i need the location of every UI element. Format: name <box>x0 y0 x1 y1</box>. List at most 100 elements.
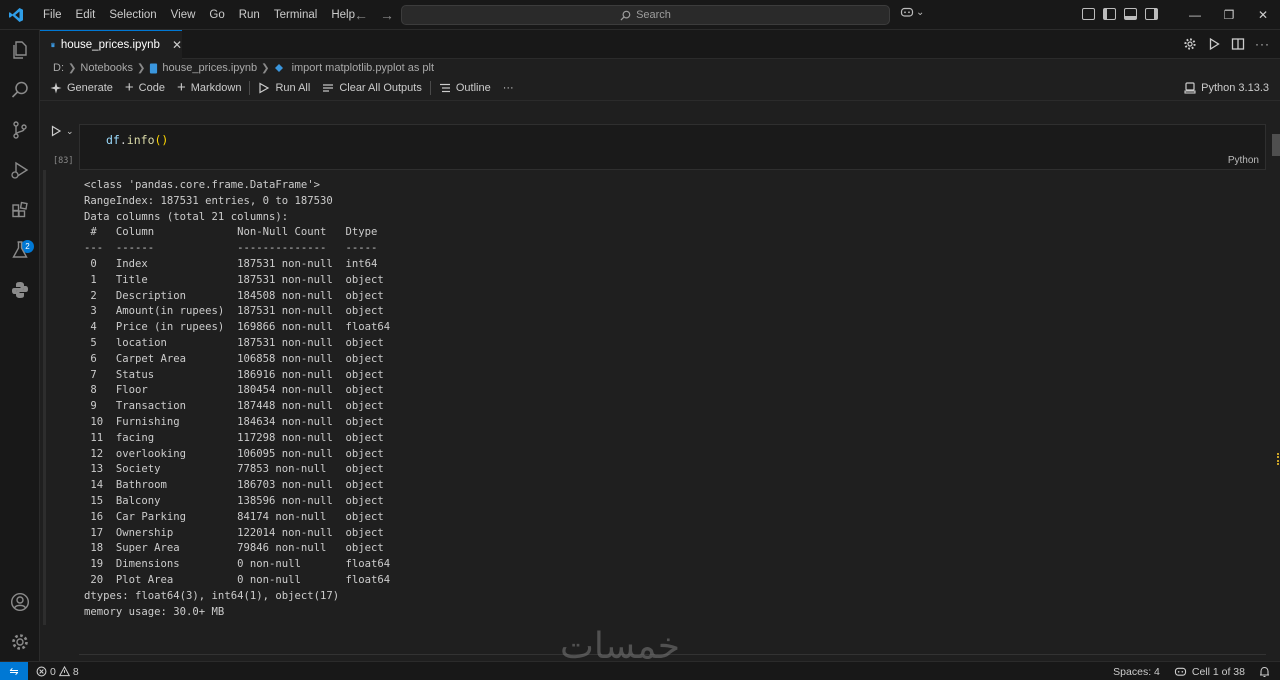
notebook-file-icon <box>51 42 55 48</box>
add-markdown-cell-button[interactable]: + Markdown <box>171 78 248 98</box>
kernel-picker[interactable]: Python 3.13.3 <box>1184 78 1269 98</box>
output-line: --- ------ -------------- ----- <box>84 242 391 255</box>
run-all-button[interactable]: Run All <box>252 78 316 98</box>
menu-edit[interactable]: Edit <box>69 0 103 30</box>
settings-gear-icon[interactable] <box>1183 37 1197 51</box>
remote-indicator-icon[interactable]: ⇋ <box>0 662 28 680</box>
more-toolbar-actions-button[interactable]: ··· <box>497 78 520 98</box>
output-row: 0 Index 187531 non-null int64 <box>84 257 391 270</box>
tab-house-prices[interactable]: house_prices.ipynb ✕ <box>40 30 182 59</box>
code-variable: df <box>106 133 120 147</box>
layout-controls <box>1082 8 1158 20</box>
breadcrumb-drive[interactable]: D: <box>53 62 64 74</box>
run-file-icon[interactable] <box>1207 37 1221 51</box>
plus-icon: + <box>124 79 134 96</box>
cell-language-label[interactable]: Python <box>1228 155 1259 166</box>
code-line: df.info() <box>106 133 168 147</box>
output-row: 12 overlooking 106095 non-null object <box>84 447 391 460</box>
output-line: Data columns (total 21 columns): <box>84 210 289 223</box>
sparkle-icon <box>50 82 62 94</box>
output-row: 6 Carpet Area 106858 non-null object <box>84 352 391 365</box>
run-all-label: Run All <box>275 82 311 94</box>
execution-count: [83] <box>53 156 74 166</box>
split-editor-icon[interactable] <box>1231 37 1245 51</box>
forward-arrow-icon[interactable]: → <box>380 7 394 23</box>
output-row: 18 Super Area 79846 non-null object <box>84 542 391 555</box>
code-cell-editor[interactable]: df.info() Python <box>79 124 1266 170</box>
tab-label: house_prices.ipynb <box>60 39 160 51</box>
notifications-bell-icon[interactable] <box>1259 666 1270 678</box>
problems-indicator[interactable]: 0 8 <box>36 662 79 680</box>
generate-button[interactable]: Generate <box>44 78 119 98</box>
command-search-box[interactable]: Search <box>401 5 890 25</box>
outline-button[interactable]: Outline <box>433 78 497 98</box>
manage-gear-icon[interactable] <box>8 630 32 654</box>
chevron-right-icon: ❯ <box>68 62 77 74</box>
title-bar: File Edit Selection View Go Run Terminal… <box>0 0 1280 30</box>
menu-run[interactable]: Run <box>232 0 267 30</box>
code-parens: () <box>154 133 169 147</box>
run-cell-button[interactable]: ⌄ <box>50 125 74 137</box>
menu-view[interactable]: View <box>164 0 203 30</box>
close-window-icon[interactable]: ✕ <box>1246 0 1280 30</box>
close-tab-icon[interactable]: ✕ <box>172 38 182 52</box>
run-debug-icon[interactable] <box>8 158 32 182</box>
outline-label: Outline <box>455 82 491 94</box>
output-row: 5 location 187531 non-null object <box>84 336 391 349</box>
output-row: 2 Description 184508 non-null object <box>84 289 391 302</box>
breadcrumb-file[interactable]: house_prices.ipynb <box>162 62 257 74</box>
notebook-cell-status[interactable]: Cell 1 of 38 <box>1174 666 1245 678</box>
minimize-icon[interactable]: — <box>1178 0 1212 30</box>
error-icon <box>36 666 47 677</box>
testing-flask-icon[interactable] <box>8 238 32 262</box>
status-right: Spaces: 4 Cell 1 of 38 <box>1113 662 1270 680</box>
output-row: 16 Car Parking 84174 non-null object <box>84 510 391 523</box>
toolbar-separator <box>40 100 1280 101</box>
output-row: 3 Amount(in rupees) 187531 non-null obje… <box>84 305 391 318</box>
notebook-toolbar: Generate + Code + Markdown Run All Clear… <box>40 78 1280 98</box>
error-count: 0 <box>50 665 56 678</box>
copilot-status-icon <box>1174 667 1186 676</box>
run-all-icon <box>259 82 270 94</box>
toggle-secondary-sidebar-icon[interactable] <box>1145 8 1158 20</box>
extensions-icon[interactable] <box>8 198 32 222</box>
editor-actions: ··· <box>1183 37 1270 51</box>
more-actions-icon[interactable]: ··· <box>1255 37 1270 51</box>
copilot-button[interactable]: ⌄ <box>900 6 924 18</box>
add-code-cell-button[interactable]: + Code <box>119 78 171 98</box>
output-row: 9 Transaction 187448 non-null object <box>84 400 391 413</box>
indentation-status[interactable]: Spaces: 4 <box>1113 666 1160 678</box>
outline-list-icon <box>439 83 450 93</box>
menu-go[interactable]: Go <box>202 0 231 30</box>
output-row: 8 Floor 180454 non-null object <box>84 384 391 397</box>
python-cell-icon <box>274 64 283 72</box>
output-row: 15 Balcony 138596 non-null object <box>84 494 391 507</box>
restore-icon[interactable]: ❐ <box>1212 0 1246 30</box>
clear-outputs-button[interactable]: Clear All Outputs <box>316 78 428 98</box>
toggle-panel-icon[interactable] <box>1124 8 1137 20</box>
source-control-icon[interactable] <box>8 118 32 142</box>
status-bar: ⇋ 0 8 Spaces: 4 Cell 1 of 38 <box>0 661 1280 680</box>
menu-terminal[interactable]: Terminal <box>267 0 324 30</box>
back-arrow-icon[interactable]: ← <box>354 7 368 23</box>
cell-position: Cell 1 of 38 <box>1191 665 1245 678</box>
python-icon[interactable] <box>8 278 32 302</box>
customize-layout-icon[interactable] <box>1082 8 1095 20</box>
account-icon[interactable] <box>8 590 32 614</box>
output-row: 1 Title 187531 non-null object <box>84 273 391 286</box>
toolbar-divider <box>429 81 431 95</box>
chevron-down-icon[interactable]: ⌄ <box>66 126 74 137</box>
output-line: # Column Non-Null Count Dtype <box>84 226 391 239</box>
scrollbar-thumb[interactable] <box>1272 134 1280 156</box>
breadcrumb-folder[interactable]: Notebooks <box>80 62 133 74</box>
menu-selection[interactable]: Selection <box>102 0 163 30</box>
output-row: 17 Ownership 122014 non-null object <box>84 526 391 539</box>
menu-file[interactable]: File <box>36 0 69 30</box>
notebook-file-icon <box>150 63 158 73</box>
breadcrumb-cell[interactable]: import matplotlib.pyplot as plt <box>292 62 434 74</box>
toggle-primary-sidebar-icon[interactable] <box>1103 8 1116 20</box>
vertical-scrollbar[interactable] <box>1268 101 1280 661</box>
search-view-icon[interactable] <box>8 78 32 102</box>
explorer-icon[interactable] <box>8 38 32 62</box>
navigation-arrows: ← → <box>354 0 394 30</box>
